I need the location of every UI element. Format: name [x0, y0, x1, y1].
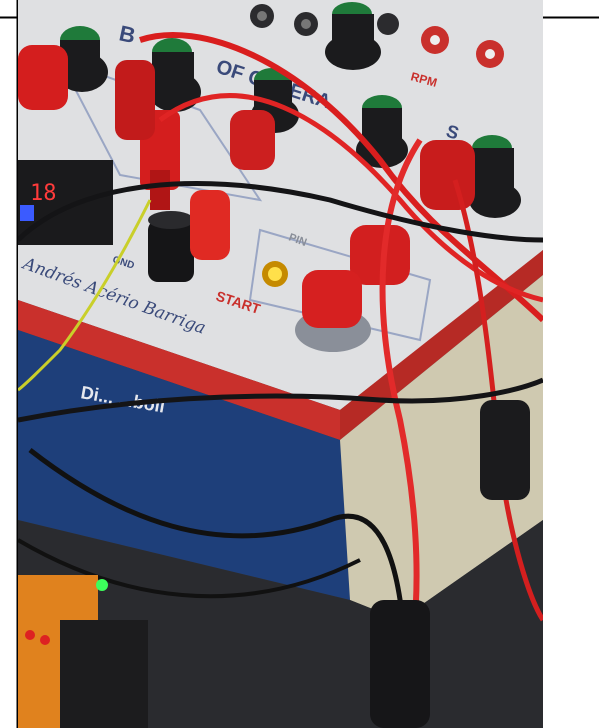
red-start-button — [295, 270, 371, 352]
black-binding-post — [148, 211, 194, 282]
green-led — [96, 579, 108, 591]
red-connector-4 — [115, 60, 155, 140]
black-plug — [370, 600, 430, 728]
black-plug-right — [480, 400, 530, 500]
red-connector-2 — [190, 190, 230, 260]
jack-black-3 — [377, 13, 399, 35]
knob-5 — [356, 95, 408, 168]
photo-content: B OF GENERA S RPM PIN START GND Andrés A… — [18, 0, 543, 728]
photo-frame: B OF GENERA S RPM PIN START GND Andrés A… — [0, 0, 599, 728]
display-digits: 18 — [30, 181, 57, 206]
red-connector-6 — [420, 140, 475, 210]
display-blue-segment — [20, 205, 34, 221]
red-connector-7 — [230, 110, 275, 170]
red-connector-3 — [18, 45, 68, 110]
photo-canvas: B OF GENERA S RPM PIN START GND Andrés A… — [0, 0, 599, 728]
